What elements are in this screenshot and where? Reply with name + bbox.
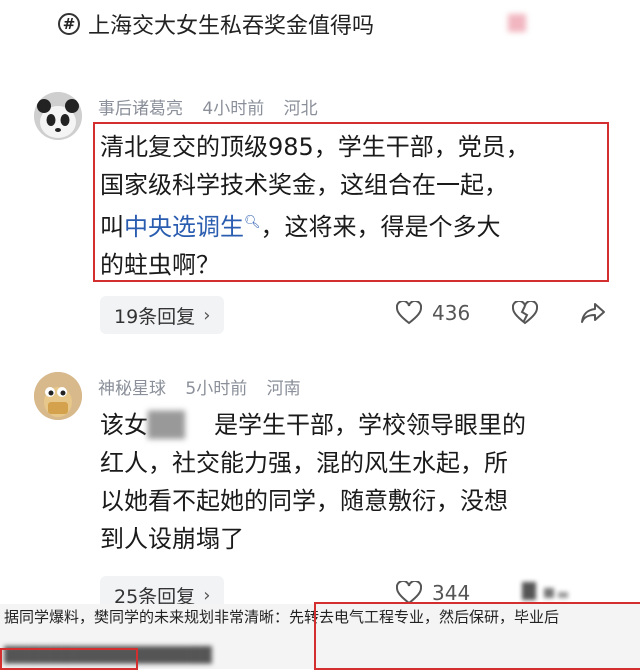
comment-meta: 事后诸葛亮 4小时前 河北	[98, 94, 332, 119]
share-icon	[581, 303, 605, 323]
comment-line: 清北复交的顶级985，学生干部，党员，	[100, 133, 530, 161]
caption-highlight-box	[0, 648, 138, 670]
search-link-icon: 🔍︎	[244, 215, 261, 230]
cartoon-avatar-icon	[34, 372, 82, 420]
redacted-text: ██	[148, 411, 185, 439]
timestamp: 4小时前	[202, 99, 265, 119]
text-prefix: 叫	[100, 213, 124, 241]
broken-heart-icon	[512, 301, 538, 325]
comment-line: 红人，社交能力强，混的风生水起，所	[100, 449, 508, 477]
comment-line: 以她看不起她的同学，随意敷衍，没想	[100, 487, 508, 515]
dislike-button[interactable]	[512, 301, 538, 325]
text-suffix: ，这将来，得是个多大	[260, 213, 501, 241]
location: 河南	[266, 379, 301, 399]
panda-avatar-icon	[34, 92, 82, 140]
hashtag-icon: #	[58, 13, 80, 35]
blurred-badge	[508, 14, 526, 32]
avatar[interactable]	[34, 92, 82, 140]
like-count: 436	[432, 301, 471, 325]
comment-meta: 神秘星球 5小时前 河南	[98, 374, 315, 399]
comment-text: 清北复交的顶级985，学生干部，党员， 国家级科学技术奖金，这组合在一起， 叫中…	[100, 128, 606, 284]
timestamp: 5小时前	[185, 379, 248, 399]
text-suffix: 是学生干部，学校领导眼里的	[214, 411, 526, 439]
like-button[interactable]: 436	[396, 301, 470, 325]
blurred-action	[520, 580, 570, 604]
comment-line: 到人设崩塌了	[100, 525, 244, 553]
comment-line: 的蛀虫啊？	[100, 251, 220, 279]
avatar[interactable]	[34, 372, 82, 420]
view-replies-button[interactable]: 19条回复 ›	[100, 296, 225, 334]
search-link[interactable]: 中央选调生	[124, 213, 244, 241]
chevron-right-icon: ›	[203, 584, 211, 606]
share-button[interactable]	[580, 301, 606, 325]
location: 河北	[283, 99, 318, 119]
comment-text: 该女██ 是学生干部，学校领导眼里的 红人，社交能力强，混的风生水起，所 以她看不…	[100, 406, 606, 558]
username[interactable]: 事后诸葛亮	[98, 99, 183, 119]
caption-highlight-box	[314, 602, 640, 670]
text-prefix: 该女	[100, 411, 148, 439]
comment-line: 该女██ 是学生干部，学校领导眼里的	[100, 406, 606, 444]
topic-header[interactable]: # 上海交大女生私吞奖金值得吗	[58, 8, 374, 40]
caption-text: 据同学爆料，樊同学的未来规划非常清晰：	[4, 608, 290, 626]
comment-line: 国家级科学技术奖金，这组合在一起，	[100, 171, 508, 199]
topic-title: 上海交大女生私吞奖金值得吗	[88, 14, 375, 39]
heart-icon	[396, 301, 422, 325]
blurred-icon	[522, 582, 568, 600]
username[interactable]: 神秘星球	[98, 379, 166, 399]
comment-line: 叫中央选调生🔍︎，这将来，得是个多大	[100, 204, 606, 246]
chevron-right-icon: ›	[203, 304, 211, 326]
replies-count: 19条回复	[114, 305, 196, 328]
